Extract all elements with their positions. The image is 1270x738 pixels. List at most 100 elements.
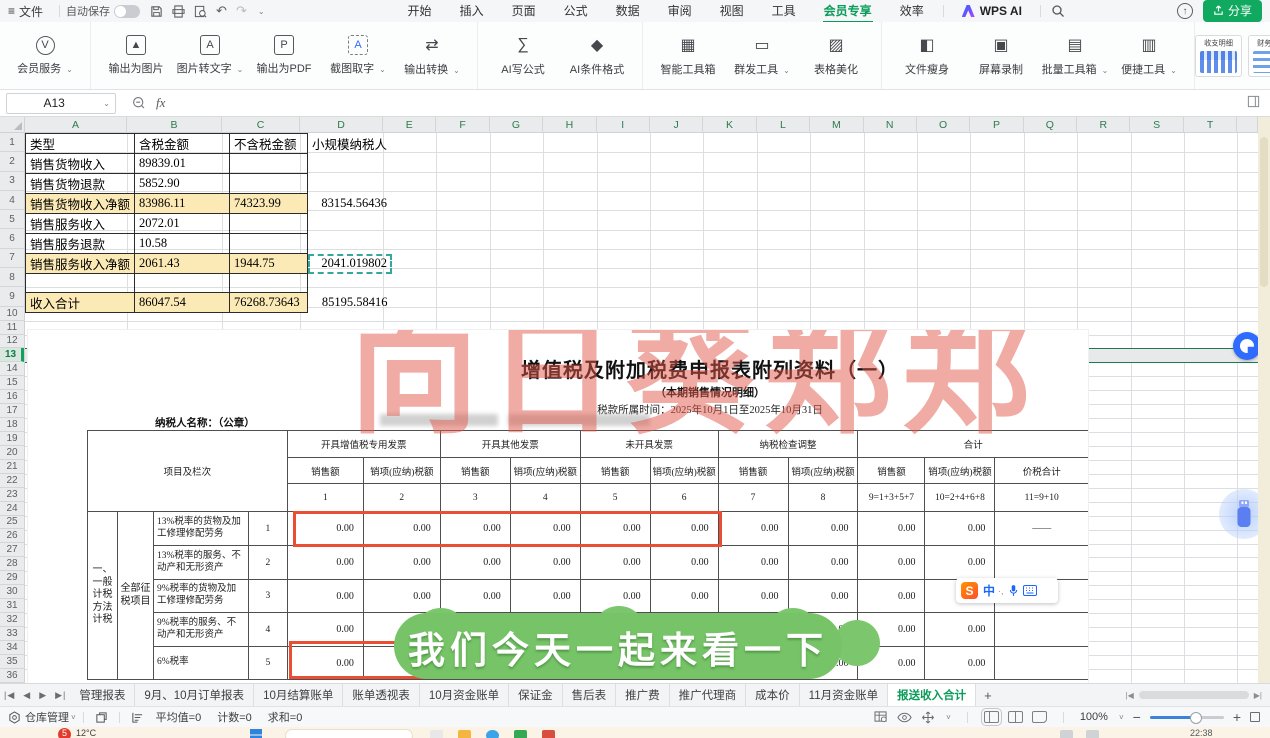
cell-D2[interactable] [308, 154, 392, 174]
upgrade-icon[interactable]: ↑ [1176, 3, 1193, 19]
ribbon-button-屏幕录制[interactable]: ▣ 屏幕录制 [964, 30, 1038, 81]
cell-A3[interactable]: 销售货物退款 [25, 173, 136, 194]
sheet-tab-10月资金账单[interactable]: 10月资金账单 [420, 683, 510, 707]
undo-icon[interactable]: ↶ [216, 3, 227, 19]
taskbar-search[interactable] [285, 729, 413, 738]
row-header-19[interactable]: 19 [0, 432, 24, 446]
ribbon-button-输出为图片[interactable]: ▲ 输出为图片 [99, 31, 173, 80]
cell-A6[interactable]: 销售服务退款 [25, 233, 136, 254]
sheet-tab-报送收入合计[interactable]: 报送收入合计 [888, 683, 977, 707]
row-header-7[interactable]: 7 [0, 249, 24, 269]
row-header-34[interactable]: 34 [0, 641, 24, 655]
cell-C6[interactable] [229, 233, 309, 254]
folder-icon[interactable] [458, 730, 471, 738]
row-header-10[interactable]: 10 [0, 307, 24, 321]
print-preview-icon[interactable] [194, 5, 207, 18]
name-box[interactable]: A13 ⌄ [6, 92, 116, 114]
horizontal-scrollbar-thumb[interactable] [1138, 691, 1249, 699]
column-header-T[interactable]: T [1184, 117, 1238, 133]
vertical-scrollbar[interactable] [1258, 117, 1270, 683]
zoom-level[interactable]: 100% [1080, 711, 1108, 723]
menu-tab-公式[interactable]: 公式 [551, 0, 601, 22]
search-icon[interactable] [1051, 4, 1065, 18]
move-tool-dropdown-icon[interactable]: ˅ [946, 713, 951, 722]
cell-B7[interactable]: 2061.43 [134, 253, 231, 274]
row-header-30[interactable]: 30 [0, 585, 24, 600]
last-sheet-icon[interactable]: ▶| [51, 690, 70, 701]
sheet-tab-账单透视表[interactable]: 账单透视表 [343, 683, 420, 707]
menu-tab-工具[interactable]: 工具 [759, 0, 809, 22]
autosave-toggle[interactable] [114, 4, 141, 18]
column-header-M[interactable]: M [810, 117, 864, 133]
row-header-36[interactable]: 36 [0, 669, 24, 683]
row-header-5[interactable]: 5 [0, 210, 24, 230]
tray-icon[interactable] [1060, 730, 1073, 738]
template-card-财务系统[interactable]: 财务系统 [1248, 34, 1270, 77]
mode-label[interactable]: 仓库管理 [25, 709, 69, 725]
column-header-O[interactable]: O [917, 117, 971, 133]
row-header-26[interactable]: 26 [0, 529, 24, 544]
ribbon-button-文件瘦身[interactable]: ◧ 文件瘦身 [890, 30, 964, 81]
sheet-grid[interactable]: 类型 含税金额 不含税金额 小规模纳税人 销售货物收入 89839.01 销售货物退款 585… [25, 133, 1258, 683]
row-header-27[interactable]: 27 [0, 543, 24, 558]
windows-taskbar[interactable]: 5 12°C 22:38 [0, 727, 1270, 738]
row-header-1[interactable]: 1 [0, 133, 24, 153]
cell-B4[interactable]: 83986.11 [134, 193, 231, 214]
share-button[interactable]: 分享 [1202, 0, 1262, 22]
row-header-15[interactable]: 15 [0, 376, 24, 391]
row-header-2[interactable]: 2 [0, 152, 24, 172]
column-header-N[interactable]: N [864, 117, 917, 133]
cell-C5[interactable] [229, 213, 309, 234]
row-header-6[interactable]: 6 [0, 229, 24, 249]
menu-tab-审阅[interactable]: 审阅 [655, 0, 705, 22]
keyboard-icon[interactable] [1022, 585, 1037, 596]
ribbon-button-AI条件格式[interactable]: ◆ AI条件格式 [560, 30, 634, 81]
sheet-tab-11月资金账单[interactable]: 11月资金账单 [800, 683, 889, 707]
row-header-33[interactable]: 33 [0, 627, 24, 641]
usb-widget[interactable] [1219, 489, 1258, 539]
cell-B1[interactable]: 含税金额 [134, 133, 231, 154]
cell-A9[interactable]: 收入合计 [25, 292, 136, 314]
row-header-32[interactable]: 32 [0, 613, 24, 627]
cell-B5[interactable]: 2072.01 [134, 213, 231, 234]
ribbon-button-智能工具箱[interactable]: ▦ 智能工具箱 [651, 30, 725, 81]
cell-C4[interactable]: 74323.99 [229, 193, 309, 214]
menu-tab-插入[interactable]: 插入 [447, 0, 497, 22]
income-summary-table[interactable]: 类型 含税金额 不含税金额 小规模纳税人 销售货物收入 89839.01 销售货物退款 585… [25, 133, 392, 314]
row-header-20[interactable]: 20 [0, 446, 24, 460]
column-header-G[interactable]: G [490, 117, 544, 133]
cell-B9[interactable]: 86047.54 [134, 292, 231, 314]
cell-A8[interactable] [25, 272, 136, 294]
column-header-Q[interactable]: Q [1024, 117, 1078, 133]
cell-B3[interactable]: 5852.90 [134, 173, 231, 194]
column-header-S[interactable]: S [1130, 117, 1184, 133]
menu-tab-会员专享[interactable]: 会员专享 [811, 0, 885, 23]
cell-D9[interactable]: 85195.58416 [308, 293, 392, 313]
cell-D6[interactable] [308, 234, 392, 254]
cell-D3[interactable] [308, 174, 392, 194]
column-header-C[interactable]: C [222, 117, 300, 133]
outline-icon[interactable] [131, 711, 144, 724]
print-icon[interactable] [172, 4, 185, 18]
zoom-out-button[interactable]: − [1133, 709, 1141, 725]
row-header-8[interactable]: 8 [0, 268, 24, 288]
row-header-21[interactable]: 21 [0, 460, 24, 474]
hscroll-right-icon[interactable]: ▶| [1254, 691, 1262, 700]
taskbar-app-icon[interactable] [542, 730, 555, 738]
page-break-view-button[interactable] [1031, 711, 1047, 723]
sheet-tab-成本价[interactable]: 成本价 [746, 683, 800, 707]
column-header-B[interactable]: B [127, 117, 222, 133]
sheet-tab-10月结算账单[interactable]: 10月结算账单 [254, 683, 344, 707]
column-header-partial[interactable] [1237, 117, 1258, 133]
add-sheet-button[interactable]: + [976, 688, 1000, 703]
cell-D8[interactable] [308, 274, 392, 293]
assistant-float-button[interactable] [1233, 332, 1258, 360]
row-header-31[interactable]: 31 [0, 599, 24, 613]
row-header-28[interactable]: 28 [0, 557, 24, 572]
cell-C3[interactable] [229, 173, 309, 194]
column-header-J[interactable]: J [650, 117, 704, 133]
quick-access-dropdown-icon[interactable]: ⌄ [258, 7, 265, 16]
cell-B6[interactable]: 10.58 [134, 233, 231, 254]
ime-toolbar[interactable]: S 中 ·, [956, 578, 1058, 603]
ribbon-button-便捷工具[interactable]: ▥ 便捷工具 ⌄ [1112, 30, 1186, 81]
